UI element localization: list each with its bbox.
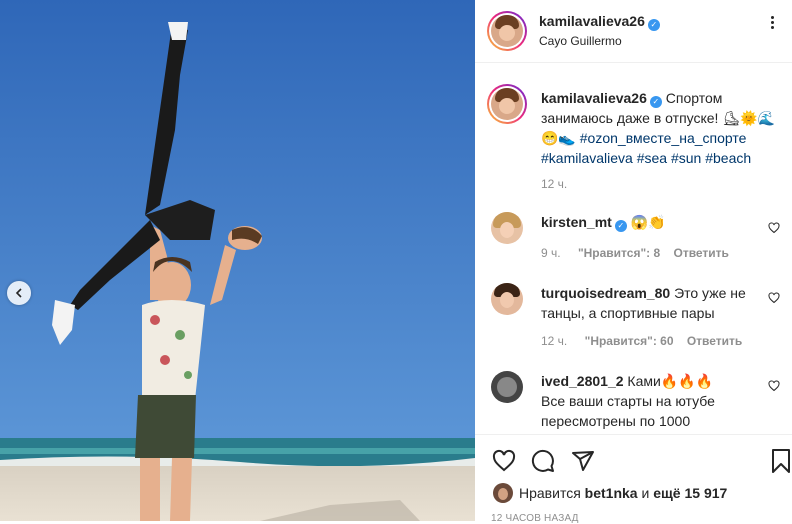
comment-2: turquoisedream_80 Это уже не танцы, а сп… xyxy=(541,283,756,323)
comment-time[interactable]: 12 ч. xyxy=(541,334,567,348)
comment-text: 😱👏 xyxy=(630,214,666,230)
story-ring[interactable] xyxy=(487,11,527,51)
likes-middle: и xyxy=(641,485,650,501)
likes-prefix: Нравится xyxy=(519,485,581,501)
post-footer: Нравится bet1nka и ещё 15 917 12 ЧАСОВ Н… xyxy=(475,434,792,524)
hashtag[interactable]: #sea xyxy=(637,150,667,166)
caption-avatar xyxy=(491,88,523,120)
likes-summary: Нравится bet1nka и ещё 15 917 xyxy=(519,485,727,501)
verified-badge-icon: ✓ xyxy=(614,220,627,232)
reply-button[interactable]: Ответить xyxy=(687,334,742,348)
liker-avatar[interactable] xyxy=(493,483,513,503)
comment-avatar[interactable] xyxy=(491,283,523,315)
verified-badge-icon: ✓ xyxy=(649,96,662,108)
post-panel: kamilavalieva26 ✓ Cayo Guillermo kamilava… xyxy=(475,0,792,524)
caption-time: 12 ч. xyxy=(541,177,568,191)
post-timestamp[interactable]: 12 ЧАСОВ НАЗАД xyxy=(491,513,579,524)
comment-avatar[interactable] xyxy=(491,212,523,244)
verified-badge-icon: ✓ xyxy=(647,19,660,31)
comment-time[interactable]: 9 ч. xyxy=(541,246,561,260)
header-username-row: kamilavalieva26 ✓ xyxy=(539,13,660,31)
bookmark-icon[interactable] xyxy=(771,448,791,474)
post-photo[interactable] xyxy=(0,0,475,521)
comment-1: kirsten_mt ✓ 😱👏 xyxy=(541,212,761,232)
comment-username[interactable]: kirsten_mt xyxy=(541,214,612,230)
heart-icon[interactable] xyxy=(768,380,780,392)
more-options-icon[interactable] xyxy=(767,14,777,34)
share-icon[interactable] xyxy=(571,449,595,473)
comment-likes[interactable]: "Нравится": 8 xyxy=(578,246,660,260)
caption-username[interactable]: kamilavalieva26 xyxy=(541,90,647,106)
comment-username[interactable]: ived_2801_2 xyxy=(541,373,624,389)
comment-meta: 12 ч. "Нравится": 60 Ответить xyxy=(541,334,742,348)
comment-username[interactable]: turquoisedream_80 xyxy=(541,285,670,301)
avatar xyxy=(491,15,523,47)
post-header: kamilavalieva26 ✓ Cayo Guillermo xyxy=(475,0,792,63)
likes-count[interactable]: ещё 15 917 xyxy=(653,485,727,501)
reply-button[interactable]: Ответить xyxy=(673,246,728,260)
liked-by-username[interactable]: bet1nka xyxy=(585,485,638,501)
comment-icon[interactable] xyxy=(531,449,555,473)
heart-icon[interactable] xyxy=(491,449,517,473)
carousel-prev-button[interactable] xyxy=(7,281,31,305)
header-username[interactable]: kamilavalieva26 xyxy=(539,13,645,29)
hashtag[interactable]: #sun xyxy=(671,150,701,166)
post-caption: kamilavalieva26 ✓ Спортом занимаюсь даже … xyxy=(541,88,781,168)
comment-avatar[interactable] xyxy=(491,371,523,403)
hashtag[interactable]: #beach xyxy=(705,150,751,166)
comment-likes[interactable]: "Нравится": 60 xyxy=(585,334,674,348)
comment-meta: 9 ч. "Нравится": 8 Ответить xyxy=(541,246,729,260)
caption-story-ring[interactable] xyxy=(487,84,527,124)
hashtag[interactable]: #ozon_вместе_на_спорте xyxy=(580,130,747,146)
post-location[interactable]: Cayo Guillermo xyxy=(539,34,622,48)
hashtag[interactable]: #kamilavalieva xyxy=(541,150,633,166)
heart-icon[interactable] xyxy=(768,222,780,234)
heart-icon[interactable] xyxy=(768,292,780,304)
comment-3: ived_2801_2 Ками🔥🔥🔥Все ваши старты на ют… xyxy=(541,371,731,431)
carousel-prev-icon xyxy=(15,288,22,298)
